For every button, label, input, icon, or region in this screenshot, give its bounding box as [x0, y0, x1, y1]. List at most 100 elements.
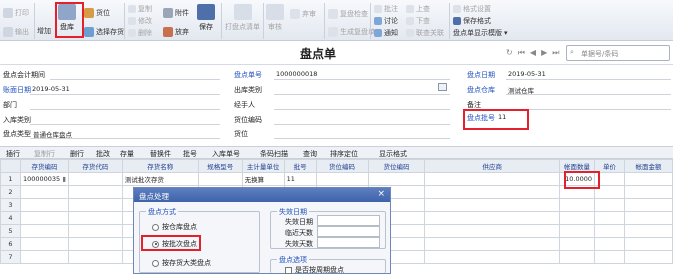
- select-stock-button[interactable]: 选择存货: [84, 27, 124, 37]
- column-header[interactable]: 批号: [283, 159, 317, 173]
- account-date-value[interactable]: 2019-05-31: [32, 85, 70, 93]
- lookup-icon[interactable]: [438, 83, 447, 91]
- bell-icon: [374, 29, 382, 37]
- unaudit-button[interactable]: 弃审: [290, 9, 316, 19]
- cell-code[interactable]: 100000035 ▮: [19, 172, 69, 186]
- date-value[interactable]: 2019-05-31: [508, 70, 546, 78]
- loc-code-field[interactable]: [274, 124, 450, 125]
- note-field[interactable]: [506, 109, 671, 110]
- row-number: 5: [0, 224, 21, 238]
- copy-row-button[interactable]: 复制行: [34, 149, 55, 159]
- abandon-button[interactable]: 放弃: [163, 27, 189, 37]
- out-type-field[interactable]: [274, 94, 450, 95]
- header-form: 盘点会计期间 盘点单号 1000000018 盘点日期 2019-05-31 账…: [0, 66, 673, 142]
- period-label: 盘点会计期间: [3, 71, 45, 79]
- dept-field[interactable]: [30, 109, 220, 110]
- handler-field[interactable]: [274, 109, 450, 110]
- row-number: 4: [0, 211, 21, 225]
- save-button[interactable]: 保存: [197, 4, 215, 32]
- cell-spec[interactable]: [197, 172, 243, 186]
- print-button[interactable]: 打印: [3, 8, 29, 18]
- format-setting-button[interactable]: 格式设置: [453, 4, 491, 14]
- expire-days-input[interactable]: [317, 237, 380, 248]
- column-header[interactable]: 供应商: [424, 159, 561, 173]
- sort-button[interactable]: 排序定位: [330, 149, 358, 159]
- cell-batch[interactable]: 11: [283, 172, 317, 186]
- display-format-button[interactable]: 显示格式: [379, 149, 407, 159]
- cell-stock-code[interactable]: [67, 172, 123, 186]
- row-number: 2: [0, 185, 21, 199]
- query-button[interactable]: 查询: [303, 149, 317, 159]
- delete-button[interactable]: 删除: [128, 28, 152, 38]
- batch-change-button[interactable]: 批改: [96, 149, 110, 159]
- export-button[interactable]: 输出: [3, 27, 29, 37]
- notify-button[interactable]: 通知: [374, 28, 398, 38]
- batch-no-button[interactable]: 批号: [183, 149, 197, 159]
- related-query-button[interactable]: 联查关联: [406, 28, 444, 38]
- discuss-button[interactable]: 讨论: [374, 16, 398, 26]
- column-header[interactable]: 主计量单位: [241, 159, 285, 173]
- delete-row-button[interactable]: 删行: [70, 149, 84, 159]
- inventory-dialog: 盘点处理 × 盘点方式 按仓库盘点 按批次盘点 按存货大类盘点 失效日期 失效日…: [133, 187, 391, 274]
- replace-button[interactable]: 替换件: [150, 149, 171, 159]
- cell-amount[interactable]: [623, 172, 673, 186]
- column-header[interactable]: 存货名称: [121, 159, 199, 173]
- column-header[interactable]: 帐面金额: [623, 159, 673, 173]
- copy-button[interactable]: 复制: [128, 4, 152, 14]
- close-icon[interactable]: ×: [377, 189, 385, 199]
- column-header[interactable]: 存货代码: [67, 159, 123, 173]
- insert-row-button[interactable]: 插行: [6, 149, 20, 159]
- add-button[interactable]: 增加: [37, 26, 51, 36]
- column-header[interactable]: 货位编码: [367, 159, 426, 173]
- highlight-box-inventory: [55, 2, 84, 38]
- review-check-button[interactable]: 复盘检查: [328, 9, 368, 19]
- up-query-button[interactable]: 上查: [406, 4, 430, 14]
- row-number: 7: [0, 250, 21, 264]
- gen-review-button[interactable]: 生成复盘单: [328, 27, 375, 37]
- type-label: 盘点类型: [3, 130, 31, 138]
- period-field[interactable]: [50, 79, 220, 80]
- toolbar-divider: [370, 3, 371, 39]
- first-icon[interactable]: ⏮: [518, 48, 530, 57]
- attach-button[interactable]: 附件: [163, 8, 189, 18]
- column-header[interactable]: 货位编码: [315, 159, 369, 173]
- in-doc-button[interactable]: 入库单号: [212, 149, 240, 159]
- barcode-button[interactable]: 条码扫描: [260, 149, 288, 159]
- cell-name[interactable]: 测试批次存货: [121, 172, 199, 186]
- search-input[interactable]: ⌕ 单据号/条码: [566, 45, 670, 61]
- refresh-icon[interactable]: ↻: [506, 48, 518, 57]
- cell-loc2[interactable]: [367, 172, 426, 186]
- next-icon[interactable]: ▶: [541, 48, 552, 57]
- column-header[interactable]: 规格型号: [197, 159, 243, 173]
- down-icon: [406, 17, 414, 25]
- loc-field[interactable]: [274, 138, 450, 139]
- radio-by-category[interactable]: 按存货大类盘点: [152, 258, 211, 268]
- prev-icon[interactable]: ◀: [530, 48, 541, 57]
- format-icon: [453, 5, 461, 13]
- cell-loc[interactable]: [315, 172, 369, 186]
- radio-by-warehouse[interactable]: 按仓库盘点: [152, 222, 197, 232]
- audit-icon: [266, 4, 284, 20]
- cell-supplier[interactable]: [424, 172, 561, 186]
- down-query-button[interactable]: 下查: [406, 16, 430, 26]
- radio-icon: [152, 259, 159, 267]
- doc-no-value[interactable]: 1000000018: [276, 70, 317, 78]
- cell-unit[interactable]: 无换算: [241, 172, 285, 186]
- audit-button[interactable]: 审核: [266, 4, 284, 32]
- column-header[interactable]: 存货编码: [19, 159, 69, 173]
- out-type-label: 出库类别: [234, 86, 262, 94]
- stock-button[interactable]: 存量: [120, 149, 134, 159]
- check-icon: [328, 9, 338, 19]
- save-format-button[interactable]: 保存格式: [453, 16, 491, 26]
- grid-toolbar: 插行 复制行 删行 批改 存量 替换件 批号 入库单号 条码扫描 查询 排序定位…: [0, 146, 673, 159]
- last-icon[interactable]: ⏭: [552, 48, 564, 57]
- display-template-select[interactable]: 盘点单显示模版 ▾: [453, 28, 508, 38]
- modify-button[interactable]: 修改: [128, 16, 152, 26]
- annotate-button[interactable]: 批注: [374, 4, 398, 14]
- near-days-input[interactable]: [317, 226, 380, 237]
- warehouse-button[interactable]: 货位: [84, 8, 110, 18]
- method-group-title: 盘点方式: [146, 207, 178, 217]
- expire-date-input[interactable]: [317, 215, 380, 226]
- print-list-button[interactable]: 打盘点清单: [225, 4, 260, 32]
- in-type-field[interactable]: [30, 124, 220, 125]
